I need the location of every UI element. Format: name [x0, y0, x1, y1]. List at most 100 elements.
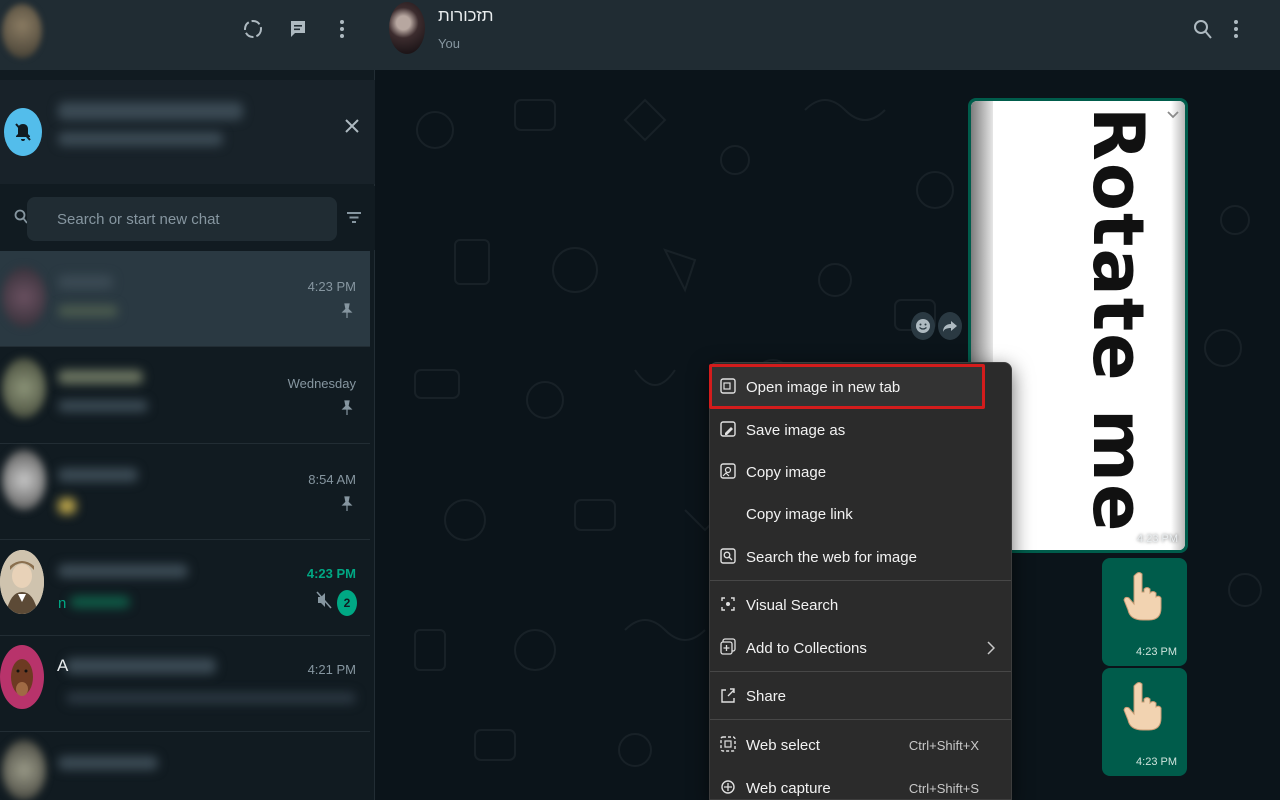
menu-item-label: Copy image link	[746, 505, 853, 523]
chat-time: Wednesday	[287, 376, 356, 391]
menu-item-label: Visual Search	[746, 596, 839, 614]
search-icon[interactable]	[14, 208, 28, 226]
close-icon[interactable]	[340, 113, 364, 139]
menu-item-shortcut: Ctrl+Shift+X	[908, 737, 979, 753]
menu-item-label: Save image as	[746, 421, 846, 439]
image-shadow	[1171, 101, 1185, 550]
preview-blurred	[58, 305, 118, 317]
menu-item-label: Add to Collections	[746, 639, 867, 657]
menu-item-label: Web select	[746, 736, 820, 754]
search-input[interactable]	[57, 205, 327, 233]
chat-list-item[interactable]: Wednesday	[0, 348, 370, 444]
collections-icon	[720, 638, 738, 658]
search-web-icon	[720, 547, 738, 567]
menu-item-label: Share	[746, 687, 787, 705]
mute-icon	[316, 591, 334, 611]
chat-list-item[interactable]: 4:23 PM	[0, 251, 370, 347]
chat-time: 4:23 PM	[306, 566, 356, 581]
menu-divider	[710, 580, 1011, 581]
menu-item-share[interactable]: Share	[710, 675, 1011, 717]
pin-icon	[340, 303, 356, 321]
menu-item-visual-search[interactable]: Visual Search	[710, 584, 1011, 626]
web-capture-icon	[720, 778, 738, 798]
contact-name-blurred	[58, 756, 158, 770]
filter-icon[interactable]	[346, 209, 364, 229]
contact-name-blurred	[58, 468, 138, 482]
menu-item-label: Copy image	[746, 463, 827, 481]
menu-divider	[710, 719, 1011, 720]
message-preview: n	[58, 595, 67, 612]
web-select-icon	[720, 735, 738, 755]
contact-avatar[interactable]	[0, 645, 44, 709]
preview-blurred	[58, 400, 148, 412]
contact-name-blurred	[58, 275, 113, 289]
chat-list-item[interactable]: 8:54 AM	[0, 444, 370, 540]
chat-time: 4:21 PM	[307, 662, 356, 677]
menu-item-shortcut: Ctrl+Shift+S	[908, 780, 979, 796]
preview-blurred	[66, 692, 356, 704]
menu-item-save-image[interactable]: Save image as	[710, 409, 1011, 451]
search-box	[27, 197, 337, 241]
menu-item-copy-image-link[interactable]: Copy image link	[710, 493, 1011, 535]
banner-title-blurred	[58, 102, 243, 120]
pointing-hand-emoji	[1123, 572, 1162, 621]
menu-item-label: Search the web for image	[746, 548, 917, 566]
menu-item-web-capture[interactable]: Web capture Ctrl+Shift+S	[710, 767, 1011, 800]
forward-icon[interactable]	[938, 312, 962, 340]
contact-avatar	[2, 740, 46, 800]
chat-list-item[interactable]: 4:21 PM	[0, 636, 370, 732]
banner-subtitle-blurred	[58, 132, 223, 146]
share-icon	[720, 686, 738, 706]
image-text: Rotate me	[1077, 107, 1159, 534]
profile-avatar[interactable]	[2, 4, 42, 58]
menu-item-add-to-collections[interactable]: Add to Collections	[710, 627, 1011, 669]
browser-context-menu: Open image in new tab Save image as Copy…	[709, 362, 1012, 800]
menu-divider	[710, 671, 1011, 672]
copy-image-icon	[720, 462, 738, 482]
highlight-box	[709, 364, 985, 409]
notification-banner	[0, 80, 375, 184]
group-avatar[interactable]	[389, 2, 425, 54]
message-time: 4:23 PM	[1137, 533, 1178, 545]
new-chat-icon[interactable]	[286, 17, 310, 41]
visual-search-icon	[720, 595, 738, 615]
contact-avatar	[2, 358, 46, 418]
emoji-reaction-icon[interactable]	[911, 312, 935, 340]
menu-item-copy-image[interactable]: Copy image	[710, 451, 1011, 493]
contact-avatar[interactable]	[0, 550, 44, 614]
contact-name-blurred	[58, 370, 143, 384]
unread-badge: 2	[337, 590, 357, 616]
menu-icon[interactable]	[1233, 18, 1255, 42]
save-icon	[720, 420, 738, 440]
message-time: 4:23 PM	[1136, 646, 1177, 658]
chat-time: 4:23 PM	[307, 279, 356, 294]
menu-item-search-web[interactable]: Search the web for image	[710, 536, 1011, 578]
conversation-title[interactable]: תזכורות	[438, 6, 493, 26]
search-icon[interactable]	[1193, 18, 1215, 42]
contact-avatar	[2, 267, 46, 327]
emoji-message-bubble[interactable]: 4:23 PM	[1102, 668, 1187, 776]
preview-blurred	[70, 596, 130, 608]
conversation-subtitle: You	[438, 36, 460, 51]
message-time: 4:23 PM	[1136, 756, 1177, 768]
contact-name-blurred	[66, 658, 216, 674]
menu-item-web-select[interactable]: Web select Ctrl+Shift+X	[710, 724, 1011, 766]
whatsapp-web-app: 4:23 PM Wednesday 8:54 AM	[0, 0, 1280, 800]
pointing-hand-emoji	[1123, 682, 1162, 731]
contact-avatar	[2, 450, 46, 510]
chat-time: 8:54 AM	[308, 472, 356, 487]
menu-item-label: Web capture	[746, 779, 831, 797]
preview-blurred	[58, 498, 76, 514]
contact-name-blurred	[58, 564, 188, 578]
chevron-right-icon	[987, 641, 997, 655]
chevron-down-icon[interactable]	[1166, 108, 1182, 124]
chat-list-item[interactable]: 4:23 PM	[0, 540, 370, 636]
chat-list-item[interactable]	[0, 732, 370, 800]
chat-list-sidebar: 4:23 PM Wednesday 8:54 AM	[0, 0, 375, 800]
menu-icon[interactable]	[330, 17, 354, 41]
pin-icon	[340, 400, 356, 418]
emoji-message-bubble[interactable]: 4:23 PM	[1102, 558, 1187, 666]
pin-icon	[340, 496, 356, 514]
conversation-header[interactable]: תזכורות You	[375, 0, 1280, 70]
status-icon[interactable]	[241, 17, 265, 41]
